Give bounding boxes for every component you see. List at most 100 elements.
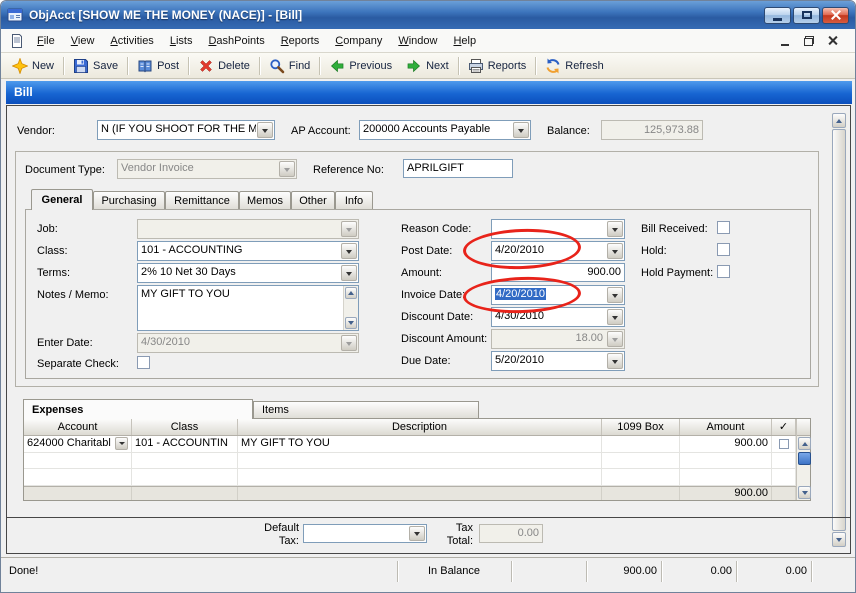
scroll-down-icon[interactable] [832,532,846,547]
previous-button[interactable]: Previous [322,56,399,76]
tab-memos[interactable]: Memos [239,191,291,210]
balance-field: 125,973.88 [601,120,703,140]
tab-info[interactable]: Info [335,191,373,210]
class-combobox[interactable]: 101 - ACCOUNTING [137,241,359,261]
tab-general[interactable]: General [31,189,93,210]
hold-payment-checkbox[interactable] [717,265,730,278]
default-tax-value [304,525,408,542]
scrollbar-thumb[interactable] [832,129,846,531]
application-window: ObjAcct [SHOW ME THE MONEY (NACE)] - [Bi… [0,0,856,593]
minimize-button[interactable] [764,7,791,24]
menu-window[interactable]: Window [390,31,445,51]
scrollbar-thumb[interactable] [798,452,811,465]
menu-view[interactable]: View [63,31,103,51]
grid-row-empty[interactable] [24,453,796,470]
scroll-up-icon[interactable] [798,437,811,450]
amount-field[interactable]: 900.00 [491,263,625,282]
new-button[interactable]: New [5,56,61,76]
mdi-minimize-button[interactable] [774,32,795,49]
ap-account-label: AP Account: [291,125,351,138]
post-icon [137,58,153,74]
reference-no-field[interactable]: APRILGIFT [403,159,513,178]
menu-dashpoints[interactable]: DashPoints [200,31,272,51]
mdi-minimize-icon [781,44,789,46]
chevron-down-icon[interactable] [513,122,529,138]
cell-account[interactable]: 624000 Charitabl [24,436,132,452]
due-date-combobox[interactable]: 5/20/2010 [491,351,625,371]
next-button[interactable]: Next [399,56,456,76]
post-date-combobox[interactable]: 4/20/2010 [491,241,625,261]
reports-button[interactable]: Reports [461,56,534,76]
toolbar-separator [63,57,64,75]
chevron-down-icon[interactable] [257,122,273,138]
find-label: Find [289,60,310,72]
document-type-label: Document Type: [25,164,105,177]
chevron-down-icon[interactable] [607,309,623,325]
chevron-down-icon[interactable] [341,243,357,259]
scroll-down-icon[interactable] [798,486,811,499]
menu-company[interactable]: Company [327,31,390,51]
maximize-button[interactable] [793,7,820,24]
toolbar-separator [188,57,189,75]
menu-reports[interactable]: Reports [273,31,328,51]
scroll-down-icon[interactable] [345,317,357,329]
tab-purchasing[interactable]: Purchasing [93,191,165,210]
invoice-date-combobox[interactable]: 4/20/2010 [491,285,625,305]
discount-date-combobox[interactable]: 4/30/2010 [491,307,625,327]
notes-memo-label: Notes / Memo: [37,289,109,302]
cell-check[interactable] [772,436,796,452]
chevron-down-icon[interactable] [607,221,623,237]
vendor-combobox[interactable]: N (IF YOU SHOOT FOR THE MOON [97,120,275,140]
cell-amount[interactable]: 900.00 [680,436,772,452]
mdi-restore-button[interactable] [798,32,819,49]
row-checkbox[interactable] [779,439,789,449]
cell-1099-box[interactable] [602,436,680,452]
menu-file[interactable]: File [29,31,63,51]
delete-button[interactable]: Delete [191,56,257,76]
find-button[interactable]: Find [262,56,317,76]
form-vertical-scrollbar[interactable] [831,113,847,547]
new-icon [12,58,28,74]
menu-help[interactable]: Help [445,31,484,51]
notes-scrollbar[interactable] [343,286,358,330]
notes-memo-textarea[interactable]: MY GIFT TO YOU [137,285,359,331]
window-controls [762,7,849,24]
scroll-up-icon[interactable] [832,113,846,128]
chevron-down-icon[interactable] [341,265,357,281]
reference-no-label: Reference No: [313,164,384,177]
terms-combobox[interactable]: 2% 10 Net 30 Days [137,263,359,283]
tab-items[interactable]: Items [253,401,479,419]
hold-checkbox[interactable] [717,243,730,256]
chevron-down-icon[interactable] [409,526,425,541]
ap-account-combobox[interactable]: 200000 Accounts Payable [359,120,531,140]
grid-scrollbar[interactable] [796,419,810,500]
default-tax-combobox[interactable] [303,524,427,543]
save-button[interactable]: Save [66,56,125,76]
chevron-down-icon[interactable] [115,437,128,450]
invoice-date-value: 4/20/2010 [495,288,546,300]
cell-description[interactable]: MY GIFT TO YOU [238,436,602,452]
tab-other[interactable]: Other [291,191,335,210]
chevron-down-icon[interactable] [607,243,623,259]
document-icon[interactable] [9,33,25,49]
reason-code-combobox[interactable] [491,219,625,239]
mdi-close-button[interactable] [822,32,843,49]
chevron-down-icon[interactable] [607,287,623,303]
refresh-button[interactable]: Refresh [538,56,611,76]
menu-lists[interactable]: Lists [162,31,201,51]
post-button[interactable]: Post [130,56,186,76]
grid-row-empty[interactable] [24,469,796,486]
bill-received-checkbox[interactable] [717,221,730,234]
chevron-down-icon[interactable] [607,353,623,369]
status-amount: 900.00 [586,558,657,585]
menu-activities[interactable]: Activities [102,31,161,51]
cell-class[interactable]: 101 - ACCOUNTIN [132,436,238,452]
discount-amount-value: 18.00 [492,330,606,348]
hold-label: Hold: [641,245,667,258]
close-button[interactable] [822,7,849,24]
separate-check-checkbox[interactable] [137,356,150,369]
tab-expenses[interactable]: Expenses [23,399,253,419]
status-value-3: 0.00 [736,558,807,585]
tab-remittance[interactable]: Remittance [165,191,239,210]
scroll-up-icon[interactable] [345,287,357,299]
